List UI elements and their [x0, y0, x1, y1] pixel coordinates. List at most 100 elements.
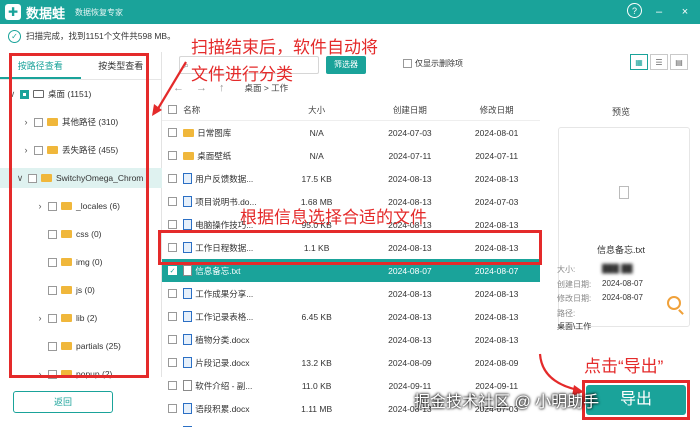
file-icon: [183, 219, 193, 230]
watermark: 掘金技术社区 @ 小明助手: [414, 394, 600, 411]
row-checkbox[interactable]: [168, 358, 178, 367]
row-checkbox[interactable]: [168, 220, 178, 229]
file-icon: [183, 196, 193, 207]
created-date: 2024-07-03: [388, 127, 432, 138]
row-checkbox[interactable]: [168, 335, 178, 344]
only-deleted-checkbox[interactable]: [403, 59, 412, 68]
file-icon: [183, 334, 193, 345]
table-row[interactable]: 片段记录.docx 13.2 KB 2024-08-09 2024-08-09: [162, 351, 540, 374]
scan-status: ✓ 扫描完成，找到1151个文件共598 MB。: [8, 27, 176, 45]
created-date: 2024-07-11: [388, 150, 432, 161]
col-modified[interactable]: 修改日期: [453, 104, 540, 116]
minimize-button[interactable]: –: [650, 3, 668, 21]
close-button[interactable]: ×: [676, 3, 694, 21]
file-name: 用户反馈数据...: [195, 173, 254, 184]
preview-path-label: 路径:: [557, 309, 576, 318]
file-icon: [183, 403, 193, 414]
filter-button[interactable]: 筛选器: [326, 56, 366, 74]
grid-view-icon[interactable]: ▦: [630, 54, 648, 70]
created-date: 2024-08-13: [388, 288, 432, 299]
file-size: N/A: [309, 127, 324, 138]
table-row[interactable]: 桌面壁纸 N/A 2024-07-11 2024-07-11: [162, 144, 540, 167]
document-icon: [619, 186, 629, 199]
file-icon: [183, 265, 193, 276]
app-name: 数据蛙: [26, 5, 66, 21]
row-checkbox[interactable]: ✓: [168, 266, 178, 275]
file-name: 片段记录.docx: [195, 357, 250, 368]
check-circle-icon: ✓: [8, 29, 21, 43]
preview-title: 预览: [612, 107, 631, 117]
annotation-arrow-left: [152, 61, 187, 116]
file-size: 13.2 KB: [301, 357, 332, 368]
modified-date: 2024-08-01: [474, 127, 519, 138]
file-name: 信息备忘.txt: [195, 265, 241, 276]
table-header: 名称 大小 创建日期 修改日期: [162, 99, 540, 121]
file-name: 植物分类.docx: [195, 334, 250, 345]
list-view-icon[interactable]: ☰: [650, 54, 668, 70]
modified-date: 2024-08-13: [474, 173, 519, 184]
col-created[interactable]: 创建日期: [367, 104, 454, 116]
modified-date: 2024-08-09: [474, 357, 519, 368]
only-deleted-label: 仅显示删除项: [415, 59, 463, 68]
row-checkbox[interactable]: [168, 381, 178, 390]
modified-date: 2024-07-11: [475, 150, 519, 161]
file-name: 工作成果分享...: [195, 288, 254, 299]
preview-modified: 修改日期: 2024-08-07: [557, 293, 643, 303]
preview-filename: 信息备忘.txt: [597, 245, 646, 255]
preview-created: 创建日期: 2024-08-07: [557, 279, 643, 289]
table-row[interactable]: 用户反馈数据... 17.5 KB 2024-08-13 2024-08-13: [162, 167, 540, 190]
row-checkbox[interactable]: [168, 151, 178, 160]
annotation-text-top: 扫描结束后，软件自动将: [191, 38, 378, 57]
file-size: 17.5 KB: [301, 173, 332, 184]
folder-icon: [183, 128, 195, 137]
modified-date: 2024-08-07: [474, 265, 519, 276]
zoom-icon[interactable]: [667, 296, 681, 310]
modified-date: 2024-08-13: [474, 219, 519, 230]
annotation-box-tree: [9, 53, 149, 378]
row-checkbox[interactable]: [168, 174, 178, 183]
title-bar: ✚ 数据蛙 数据恢复专家 ? – ×: [0, 0, 700, 24]
folder-icon: [183, 151, 195, 160]
annotation-text-bottom: 点击“导出”: [584, 357, 664, 376]
row-checkbox[interactable]: [168, 197, 178, 206]
file-name: 日常图库: [197, 127, 232, 138]
file-size: 11.0 KB: [301, 380, 332, 391]
app-logo: ✚: [5, 4, 21, 20]
created-date: 2024-08-07: [388, 265, 432, 276]
modified-date: 2024-07-03: [474, 196, 519, 207]
col-name[interactable]: 名称: [183, 104, 275, 116]
only-deleted-toggle[interactable]: 仅显示删除项: [403, 58, 463, 69]
table-row[interactable]: 工作记录表格... 6.45 KB 2024-08-13 2024-08-13: [162, 305, 540, 328]
annotation-box-selected-row: [158, 230, 542, 265]
file-name: 语段积累.docx: [195, 403, 250, 414]
created-date: 2024-08-13: [388, 173, 432, 184]
file-icon: [183, 311, 193, 322]
file-name: 桌面壁纸: [197, 150, 232, 161]
table-row[interactable]: 植物分类.docx 2024-08-13 2024-08-13: [162, 328, 540, 351]
created-date: 2024-08-13: [388, 311, 432, 322]
row-checkbox[interactable]: [168, 128, 178, 137]
modified-date: 2024-08-13: [474, 334, 519, 345]
modified-date: 2024-08-13: [474, 288, 519, 299]
row-checkbox[interactable]: [168, 312, 178, 321]
app-subtitle: 数据恢复专家: [75, 7, 124, 17]
detail-view-icon[interactable]: ▤: [670, 54, 688, 70]
help-icon[interactable]: ?: [627, 3, 642, 18]
row-checkbox[interactable]: [168, 404, 178, 413]
back-button[interactable]: 返回: [13, 391, 113, 413]
file-size: 1.11 MB: [301, 403, 333, 414]
file-name: 工作记录表格...: [195, 311, 254, 322]
file-icon: [183, 357, 193, 368]
table-row[interactable]: 工作成果分享... 2024-08-13 2024-08-13: [162, 282, 540, 305]
file-name: 软件介绍 - 副...: [195, 380, 253, 391]
table-row[interactable]: 3周总结.docx1.33 MB2024-08-132024-08-13: [162, 420, 540, 427]
table-row[interactable]: 日常图库 N/A 2024-07-03 2024-08-01: [162, 121, 540, 144]
annotation-text-middle: 根据信息选择合适的文件: [240, 208, 427, 227]
created-date: 2024-08-13: [388, 334, 432, 345]
row-checkbox[interactable]: [168, 289, 178, 298]
file-icon: [183, 173, 193, 184]
col-size[interactable]: 大小: [275, 104, 367, 116]
scan-status-text: 扫描完成，找到1151个文件共598 MB。: [26, 31, 176, 41]
file-size: 6.45 KB: [301, 311, 332, 322]
file-size: N/A: [309, 150, 324, 161]
